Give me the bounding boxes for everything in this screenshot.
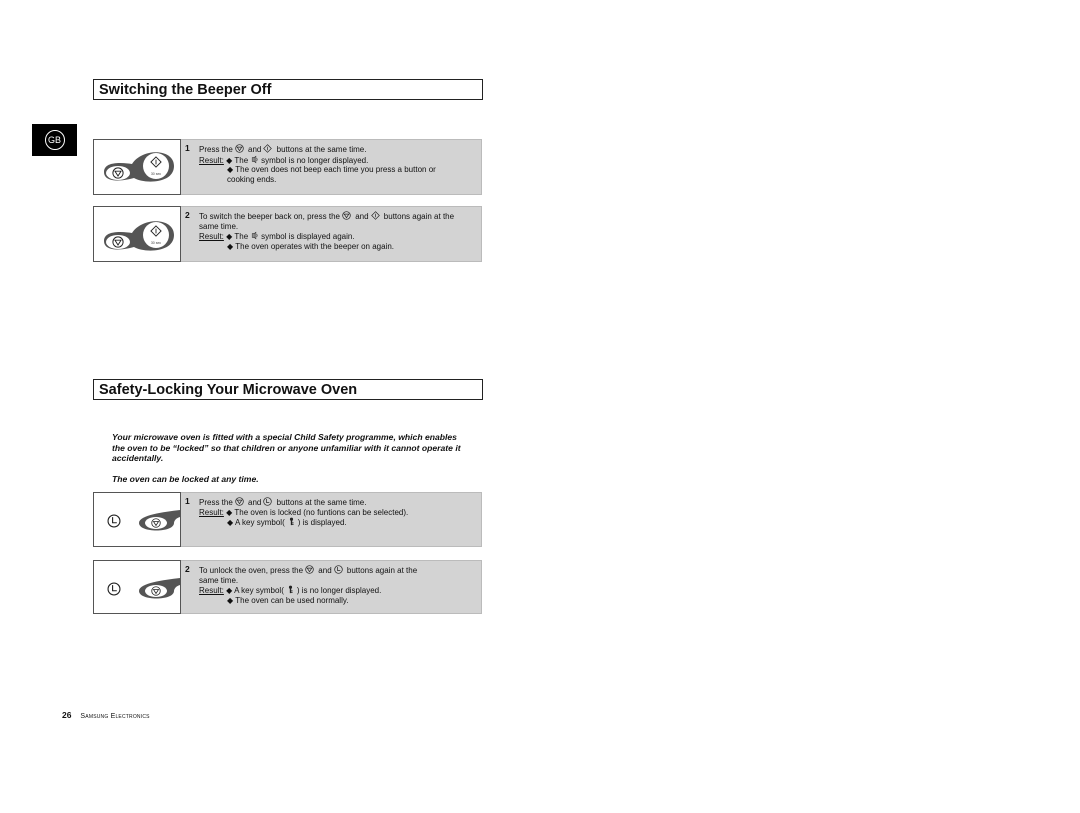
key-symbol-icon xyxy=(287,517,296,526)
control-panel-illustration: 30 sec xyxy=(93,206,181,262)
svg-text:30 sec: 30 sec xyxy=(151,241,162,245)
control-panel-illustration: 30 sec xyxy=(93,139,181,195)
lock-buttons-illustration xyxy=(93,492,181,547)
beeper-symbol-icon xyxy=(250,155,259,164)
company-name: Samsung Electronics xyxy=(80,713,150,720)
step-text-box: 1 Press the and buttons at the same time… xyxy=(181,139,482,195)
clock-button-icon xyxy=(107,514,121,528)
start-button-icon xyxy=(263,144,272,153)
clock-button-icon xyxy=(107,582,121,596)
lock-buttons-illustration xyxy=(93,560,181,614)
section-title-beeper: Switching the Beeper Off xyxy=(93,79,483,100)
clock-button-icon xyxy=(263,497,272,506)
step-text-box: 2 To unlock the oven, press the and butt… xyxy=(181,560,482,614)
beeper-step-2: 30 sec 2 To switch the beeper back on, p… xyxy=(93,206,482,262)
lock-step-1: 1 Press the and buttons at the same time… xyxy=(93,492,482,547)
stop-button-icon xyxy=(235,144,244,153)
stop-button-icon xyxy=(305,565,314,574)
key-symbol-icon xyxy=(286,585,295,594)
note-text: The oven can be locked at any time. xyxy=(112,474,259,484)
step-text-box: 2 To switch the beeper back on, press th… xyxy=(181,206,482,262)
lock-step-2: 2 To unlock the oven, press the and butt… xyxy=(93,560,482,614)
stop-button-icon xyxy=(342,211,351,220)
clock-button-icon xyxy=(334,565,343,574)
section-title-safety-lock: Safety-Locking Your Microwave Oven xyxy=(93,379,483,400)
control-panel-drawing: 30 sec xyxy=(104,152,174,182)
start-button-icon xyxy=(371,211,380,220)
step-number: 1 xyxy=(185,143,190,153)
stop-button-icon xyxy=(235,497,244,506)
language-badge: GB xyxy=(44,130,65,150)
language-tab: GB xyxy=(32,124,77,156)
thirty-sec-label: 30 sec xyxy=(151,172,162,176)
beeper-step-1: 30 sec 1 Press the and buttons at the sa… xyxy=(93,139,482,195)
step-text-box: 1 Press the and buttons at the same time… xyxy=(181,492,482,547)
page-footer: 26 Samsung Electronics xyxy=(62,710,150,720)
page-number: 26 xyxy=(62,710,72,720)
intro-paragraph: Your microwave oven is fitted with a spe… xyxy=(112,432,461,463)
beeper-symbol-icon xyxy=(250,231,259,240)
